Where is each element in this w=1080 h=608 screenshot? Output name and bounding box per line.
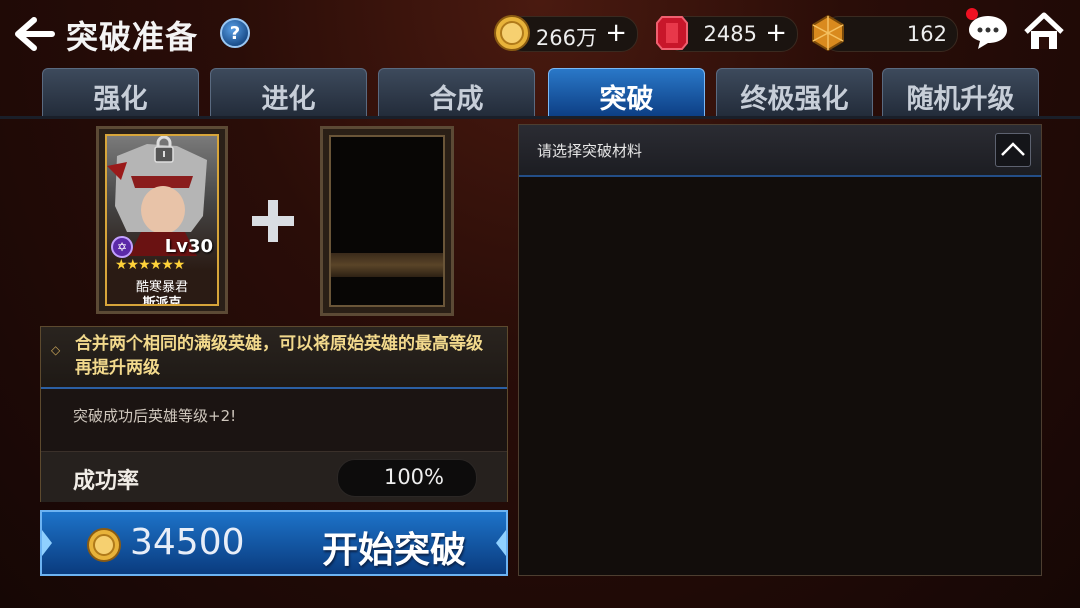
home-icon[interactable] <box>1022 10 1066 54</box>
material-panel-header: 请选择突破材料 <box>519 125 1041 177</box>
hero-portrait: ✡ Lv30 ★★★★★★ 酷寒暴君 斯派克 <box>105 134 219 306</box>
gem-value: 2485 <box>703 22 757 46</box>
tab-random-upgrade[interactable]: 随机升级 <box>882 68 1039 116</box>
tab-label: 终极强化 <box>740 84 849 115</box>
breakthrough-description: 合并两个相同的满级英雄，可以将原始英雄的最高等级再提升两级 <box>75 334 483 378</box>
empty-slot-frame <box>329 135 445 307</box>
crystal-counter: 162 <box>812 14 958 52</box>
dark-element-icon: ✡ <box>111 236 133 258</box>
chat-button[interactable] <box>966 8 1010 52</box>
bonus-text: 突破成功后英雄等级+2! <box>73 407 237 425</box>
success-rate-box: 100% <box>337 459 477 497</box>
gold-coin-icon <box>87 528 121 562</box>
tab-label: 随机升级 <box>906 84 1015 115</box>
slot-band <box>331 253 443 277</box>
gold-counter: 266万 + <box>494 15 638 52</box>
back-arrow-icon[interactable] <box>12 14 56 54</box>
cost-value: 34500 <box>130 522 245 563</box>
page-title: 突破准备 <box>66 18 199 56</box>
red-gem-icon <box>656 16 688 50</box>
tab-underline <box>0 116 1080 119</box>
gem-counter: 2485 + <box>656 16 798 52</box>
help-icon[interactable]: ? <box>220 18 250 48</box>
chevron-up-icon <box>1001 142 1025 156</box>
notification-dot <box>966 8 978 20</box>
crystal-value: 162 <box>906 22 947 46</box>
tab-combine[interactable]: 合成 <box>378 68 535 116</box>
tab-label: 进化 <box>261 84 316 115</box>
material-slot[interactable] <box>320 126 454 316</box>
info-header: ◇ 合并两个相同的满级英雄，可以将原始英雄的最高等级再提升两级 <box>41 327 507 389</box>
gold-coin-icon <box>494 15 530 51</box>
info-panel: ◇ 合并两个相同的满级英雄，可以将原始英雄的最高等级再提升两级 突破成功后英雄等… <box>40 326 508 502</box>
hero-level: Lv30 <box>164 236 213 257</box>
lock-icon <box>154 136 174 163</box>
star-rating: ★★★★★★ <box>115 257 185 273</box>
success-rate-row: 成功率 100% <box>41 451 507 502</box>
tab-label: 合成 <box>429 84 484 115</box>
hero-card[interactable]: ✡ Lv30 ★★★★★★ 酷寒暴君 斯派克 <box>96 126 228 314</box>
tab-label: 突破 <box>599 84 654 115</box>
material-panel: 请选择突破材料 <box>518 124 1042 576</box>
material-panel-title: 请选择突破材料 <box>537 142 643 160</box>
tab-breakthrough[interactable]: 突破 <box>548 68 705 116</box>
gold-crystal-icon <box>812 14 844 52</box>
left-ornament-icon <box>42 530 52 556</box>
tab-enhance[interactable]: 强化 <box>42 68 199 116</box>
start-breakthrough-button[interactable]: 34500 开始突破 <box>40 510 508 576</box>
hero-name: 斯派克 <box>142 296 182 306</box>
gold-value: 266万 <box>535 26 597 50</box>
plus-icon <box>252 200 294 242</box>
add-gold-button[interactable]: + <box>605 20 627 46</box>
top-bar: 突破准备 ? 266万 + 2485 + 162 <box>0 0 1080 68</box>
success-rate-value: 100% <box>383 465 444 489</box>
tab-ultimate-enhance[interactable]: 终极强化 <box>716 68 873 116</box>
start-breakthrough-label: 开始突破 <box>321 530 466 571</box>
right-ornament-icon <box>496 530 506 556</box>
collapse-button[interactable] <box>995 133 1031 167</box>
tab-label: 强化 <box>93 84 148 115</box>
success-rate-label: 成功率 <box>73 469 140 494</box>
diamond-bullet-icon: ◇ <box>51 343 61 357</box>
tab-evolve[interactable]: 进化 <box>210 68 367 116</box>
tab-bar: 强化 进化 合成 突破 终极强化 随机升级 <box>42 68 1039 116</box>
add-gem-button[interactable]: + <box>765 20 787 46</box>
